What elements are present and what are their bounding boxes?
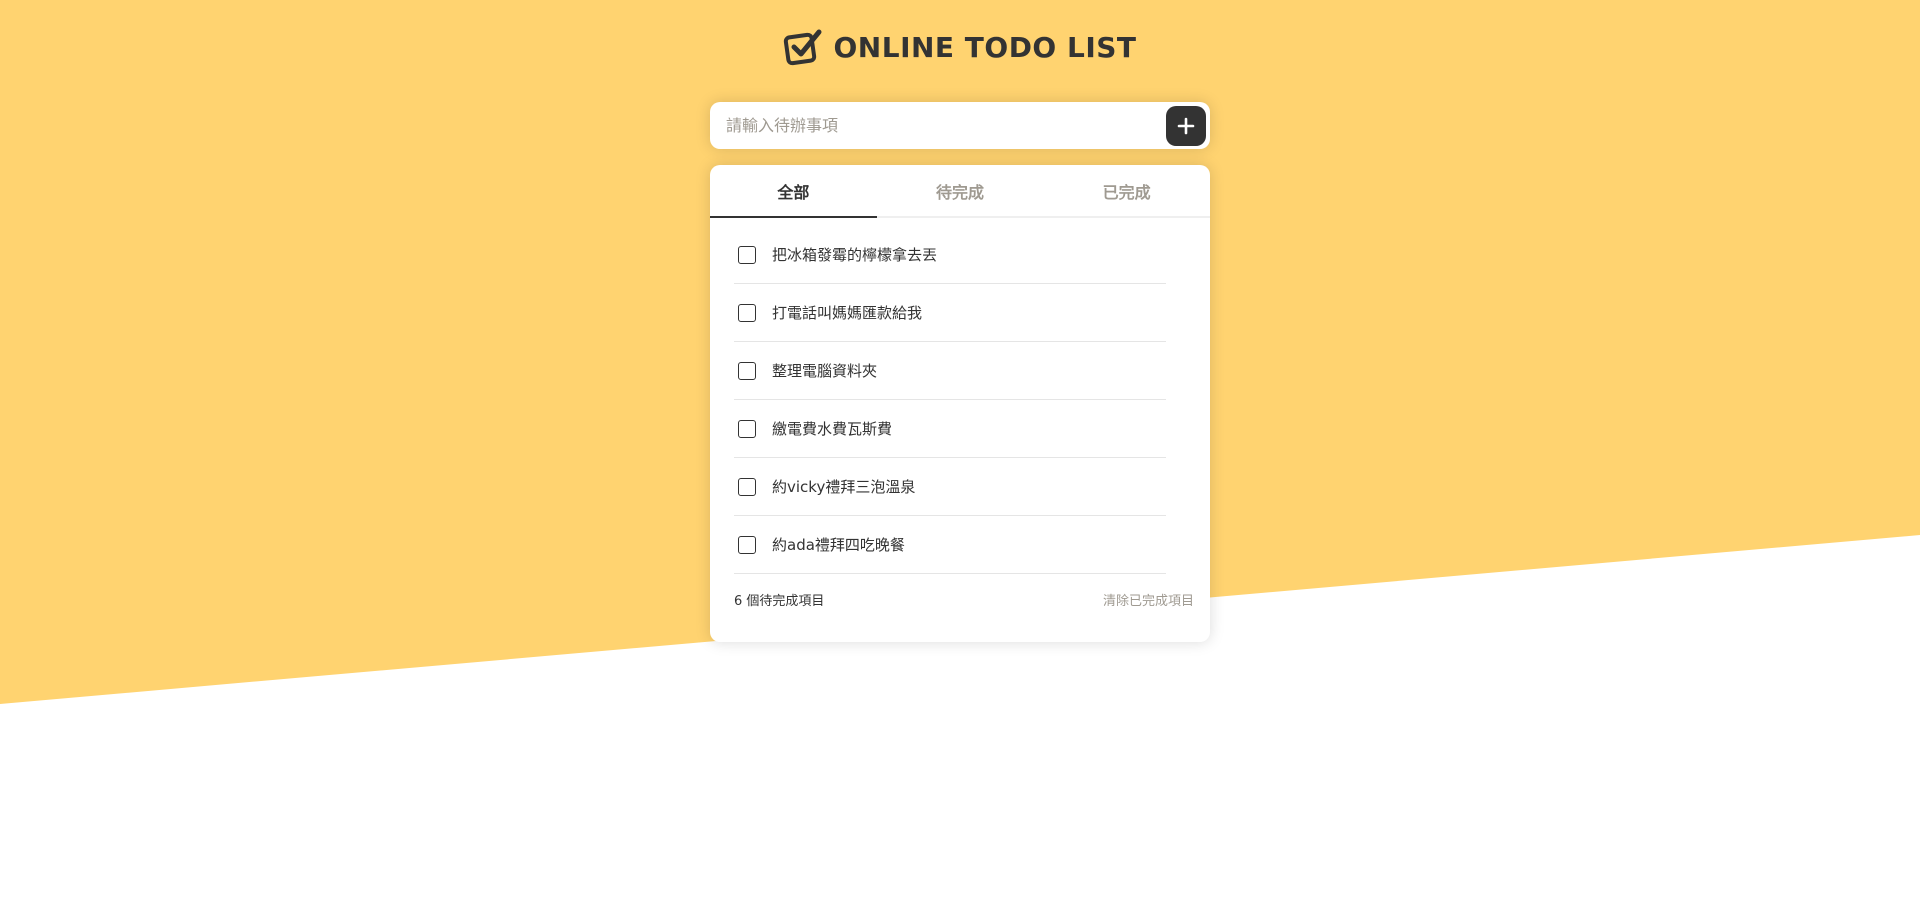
plus-icon [1177,117,1195,134]
todo-footer: 6 個待完成項目 清除已完成項目 [710,574,1210,624]
todo-item: 約vicky禮拜三泡溫泉 [734,458,1166,516]
add-todo-button[interactable] [1166,105,1206,146]
add-todo-bar [710,102,1210,149]
new-todo-input[interactable] [710,102,1166,149]
todo-text: 繳電費水費瓦斯費 [772,420,893,438]
clear-completed-button[interactable]: 清除已完成項目 [1103,590,1194,609]
todo-text: 整理電腦資料夾 [772,362,878,380]
todo-text: 打電話叫媽媽匯款給我 [772,304,923,322]
tab-all[interactable]: 全部 [710,165,877,218]
app-title: ONLINE TODO LIST [833,30,1137,64]
todo-text: 約ada禮拜四吃晚餐 [772,536,905,554]
pending-count: 6 個待完成項目 [734,593,825,609]
todo-checkbox[interactable] [738,303,756,322]
todo-checkbox[interactable] [738,477,756,496]
checkbox-check-icon [784,29,822,66]
todo-checkbox[interactable] [738,535,756,554]
app-header: ONLINE TODO LIST [0,28,1920,66]
todo-item: 打電話叫媽媽匯款給我 [734,284,1166,342]
todo-item: 繳電費水費瓦斯費 [734,400,1166,458]
todo-list: 把冰箱發霉的檸檬拿去丟 打電話叫媽媽匯款給我 整理電腦資料夾 繳電費水費瓦斯費 … [710,218,1210,574]
todo-checkbox[interactable] [738,361,756,380]
filter-tabs: 全部 待完成 已完成 [710,165,1210,218]
tab-pending[interactable]: 待完成 [877,165,1044,216]
todo-text: 把冰箱發霉的檸檬拿去丟 [772,246,938,264]
todo-item: 約ada禮拜四吃晚餐 [734,516,1166,574]
page: ONLINE TODO LIST 全部 待完成 已完成 把冰箱發霉的檸檬拿去丟 … [0,0,1920,917]
todo-card: 全部 待完成 已完成 把冰箱發霉的檸檬拿去丟 打電話叫媽媽匯款給我 整理電腦資料… [710,165,1210,642]
todo-item: 把冰箱發霉的檸檬拿去丟 [734,226,1166,284]
todo-text: 約vicky禮拜三泡溫泉 [772,478,916,496]
todo-checkbox[interactable] [738,245,756,264]
tab-completed[interactable]: 已完成 [1043,165,1210,216]
todo-item: 整理電腦資料夾 [734,342,1166,400]
todo-checkbox[interactable] [738,419,756,438]
